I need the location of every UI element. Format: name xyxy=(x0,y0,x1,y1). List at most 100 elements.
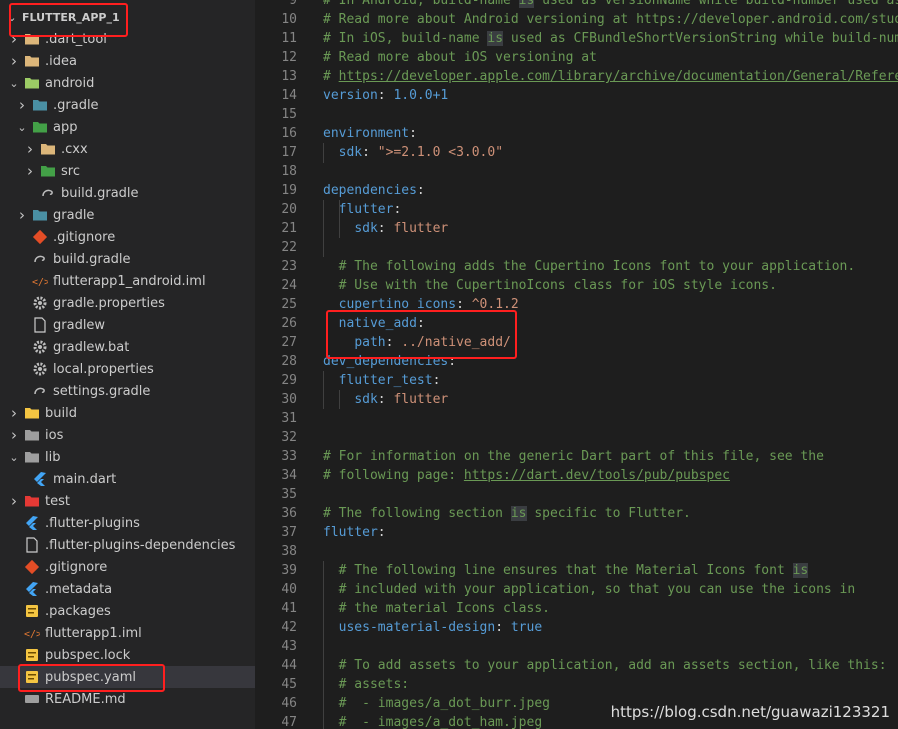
tree-item[interactable]: › ios xyxy=(0,424,255,446)
line-code: flutter: xyxy=(323,200,402,219)
tree-item[interactable]: › test xyxy=(0,490,255,512)
tree-item[interactable]: ⌄ app xyxy=(0,116,255,138)
code-line[interactable]: 41 # the material Icons class. xyxy=(255,599,898,618)
tree-item[interactable]: local.properties xyxy=(0,358,255,380)
code-line[interactable]: 22 xyxy=(255,238,898,257)
tree-item[interactable]: .flutter-plugins xyxy=(0,512,255,534)
code-line[interactable]: 29 flutter_test: xyxy=(255,371,898,390)
tree-item[interactable]: build.gradle xyxy=(0,182,255,204)
tree-item[interactable]: › .gradle xyxy=(0,94,255,116)
tree-item[interactable]: › gradle xyxy=(0,204,255,226)
tree-item-label: gradlew.bat xyxy=(53,339,130,355)
line-number: 39 xyxy=(281,563,297,578)
code-token: specific to Flutter. xyxy=(526,506,691,521)
chevron-down-icon[interactable]: ⌄ xyxy=(8,77,20,90)
code-line[interactable]: 30 sdk: flutter xyxy=(255,390,898,409)
annotation-box-root xyxy=(9,3,128,37)
tree-item[interactable]: build.gradle xyxy=(0,248,255,270)
line-number: 42 xyxy=(281,620,297,635)
code-line[interactable]: 21 sdk: flutter xyxy=(255,219,898,238)
chevron-right-icon[interactable]: › xyxy=(8,492,20,510)
tree-item[interactable]: › .idea xyxy=(0,50,255,72)
line-code: flutter_test: xyxy=(323,371,441,390)
code-line[interactable]: 43 xyxy=(255,637,898,656)
windows-gear-icon xyxy=(32,339,48,355)
code-line[interactable]: 14 version: 1.0.0+1 xyxy=(255,86,898,105)
chevron-down-icon[interactable]: ⌄ xyxy=(8,451,20,464)
line-number: 44 xyxy=(281,658,297,673)
code-editor[interactable]: 9 # In Android, build-name is used as ver… xyxy=(255,0,898,729)
tree-item-label: .packages xyxy=(45,603,111,619)
code-token: sdk xyxy=(354,392,378,407)
code-line[interactable]: 20 flutter: xyxy=(255,200,898,219)
chevron-right-icon[interactable]: › xyxy=(16,206,28,224)
code-token: sdk xyxy=(338,145,363,160)
code-line[interactable]: 10 # Read more about Android versioning a… xyxy=(255,10,898,29)
tree-item[interactable]: settings.gradle xyxy=(0,380,255,402)
line-number: 17 xyxy=(281,145,297,160)
tree-item[interactable]: ⌄ android xyxy=(0,72,255,94)
tree-item[interactable]: ⌄ lib xyxy=(0,446,255,468)
code-line[interactable]: 24 # Use with the CupertinoIcons class f… xyxy=(255,276,898,295)
code-line[interactable]: 18 xyxy=(255,162,898,181)
code-line[interactable]: 32 xyxy=(255,428,898,447)
code-line[interactable]: 44 # To add assets to your application, … xyxy=(255,656,898,675)
code-line[interactable]: 31 xyxy=(255,409,898,428)
chevron-down-icon[interactable]: ⌄ xyxy=(16,121,28,134)
code-line[interactable]: 39 # The following line ensures that the… xyxy=(255,561,898,580)
code-line[interactable]: 9 # In Android, build-name is used as ver… xyxy=(255,0,898,10)
tree-item[interactable]: .gitignore xyxy=(0,556,255,578)
tree-item[interactable]: pubspec.lock xyxy=(0,644,255,666)
code-line[interactable]: 38 xyxy=(255,542,898,561)
tree-item-label: flutterapp1.iml xyxy=(45,625,142,641)
tree-item[interactable]: › src xyxy=(0,160,255,182)
code-line[interactable]: 42 uses-material-design: true xyxy=(255,618,898,637)
code-line[interactable]: 11 # In iOS, build-name is used as CFBund… xyxy=(255,29,898,48)
code-token: sdk xyxy=(354,221,378,236)
tree-item[interactable]: gradlew xyxy=(0,314,255,336)
code-line[interactable]: 13 # https://developer.apple.com/library/… xyxy=(255,67,898,86)
code-line[interactable]: 33 # For information on the generic Dart … xyxy=(255,447,898,466)
code-line[interactable]: 34 # following page: https://dart.dev/too… xyxy=(255,466,898,485)
tree-item[interactable]: .gitignore xyxy=(0,226,255,248)
chevron-right-icon[interactable]: › xyxy=(8,426,20,444)
code-token: : xyxy=(377,88,394,103)
tree-item[interactable]: › .cxx xyxy=(0,138,255,160)
code-line[interactable]: 12 # Read more about iOS versioning at xyxy=(255,48,898,67)
code-line[interactable]: 37 flutter: xyxy=(255,523,898,542)
code-line[interactable]: 15 xyxy=(255,105,898,124)
code-token: : xyxy=(432,373,441,388)
tree-item[interactable]: › build xyxy=(0,402,255,424)
chevron-right-icon[interactable]: › xyxy=(8,52,20,70)
code-token: # To add assets to your application, add… xyxy=(323,658,887,673)
tree-item[interactable]: .flutter-plugins-dependencies xyxy=(0,534,255,556)
indent-guide xyxy=(323,371,324,409)
tree-item[interactable]: gradle.properties xyxy=(0,292,255,314)
xml-icon: </> xyxy=(32,273,48,289)
tree-item[interactable]: .packages xyxy=(0,600,255,622)
tree-item[interactable]: </> flutterapp1.iml xyxy=(0,622,255,644)
line-code: version: 1.0.0+1 xyxy=(323,86,448,105)
code-token: # In Android, build-name xyxy=(323,0,519,8)
code-line[interactable]: 40 # included with your application, so … xyxy=(255,580,898,599)
tree-item[interactable]: </> flutterapp1_android.iml xyxy=(0,270,255,292)
tree-item[interactable]: .metadata xyxy=(0,578,255,600)
tree-item-label: src xyxy=(61,163,80,179)
chevron-right-icon[interactable]: › xyxy=(16,96,28,114)
code-token: true xyxy=(510,620,543,635)
code-line[interactable]: 16 environment: xyxy=(255,124,898,143)
code-line[interactable]: 17 sdk: ">=2.1.0 <3.0.0" xyxy=(255,143,898,162)
chevron-right-icon[interactable]: › xyxy=(24,162,36,180)
tree-item[interactable]: main.dart xyxy=(0,468,255,490)
tree-item[interactable]: gradlew.bat xyxy=(0,336,255,358)
chevron-right-icon[interactable]: › xyxy=(8,404,20,422)
code-line[interactable]: 45 # assets: xyxy=(255,675,898,694)
code-line[interactable]: 19 dependencies: xyxy=(255,181,898,200)
tree-item-label: app xyxy=(53,119,78,135)
tree-item-label: ios xyxy=(45,427,64,443)
code-line[interactable]: 36 # The following section is specific to… xyxy=(255,504,898,523)
chevron-right-icon[interactable]: › xyxy=(24,140,36,158)
code-line[interactable]: 23 # The following adds the Cupertino Ic… xyxy=(255,257,898,276)
code-line[interactable]: 35 xyxy=(255,485,898,504)
